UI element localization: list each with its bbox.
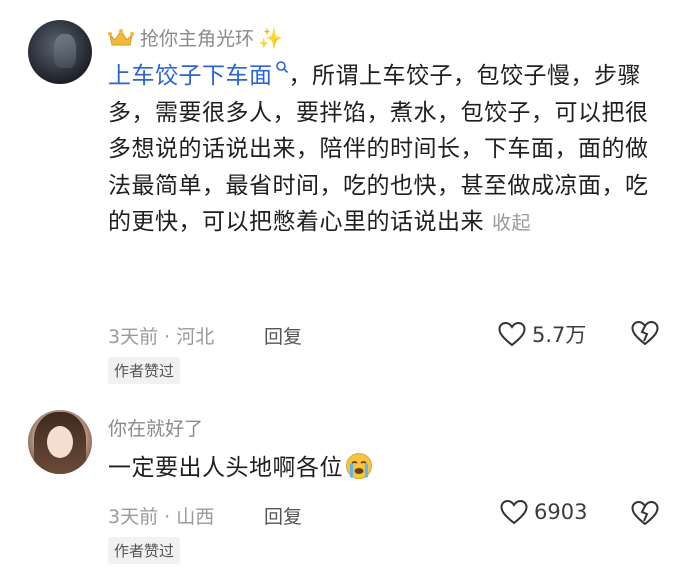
collapse-button[interactable]: 收起 (492, 212, 531, 234)
avatar[interactable] (28, 20, 92, 84)
reply-button[interactable]: 回复 (264, 502, 302, 529)
username[interactable]: 你在就好了 (108, 414, 203, 441)
crying-face-emoji (346, 453, 372, 479)
topic-link[interactable]: 上车饺子下车面 (108, 63, 273, 89)
time-location: 3天前 · 河北 (108, 326, 215, 348)
sparkle-icon: ✨ (258, 25, 283, 50)
username: 抢你主角光环 (140, 28, 255, 50)
comment-body: 一定要出人头地啊各位 (108, 450, 668, 487)
reply-button[interactable]: 回复 (264, 322, 302, 349)
search-icon (275, 61, 288, 74)
like-button[interactable]: 5.7万 (498, 319, 586, 349)
crown-icon (108, 28, 134, 45)
like-count: 6903 (534, 500, 588, 524)
broken-heart-icon[interactable] (631, 500, 659, 526)
author-liked-badge: 作者赞过 (108, 357, 181, 384)
comment-body: 上车饺子下车面 ，所谓上车饺子，包饺子慢，步骤多，需要很多人，要拌馅，煮水，包饺子… (108, 58, 668, 242)
like-count: 5.7万 (532, 323, 587, 347)
avatar[interactable] (28, 410, 92, 474)
username-row[interactable]: 抢你主角光环 ✨ (108, 24, 283, 51)
comment-text: 一定要出人头地啊各位 (108, 455, 343, 481)
heart-icon (498, 321, 526, 347)
broken-heart-icon[interactable] (631, 320, 659, 346)
like-button[interactable]: 6903 (500, 499, 587, 525)
author-liked-badge: 作者赞过 (108, 537, 181, 564)
time-location: 3天前 · 山西 (108, 506, 215, 528)
heart-icon (500, 499, 528, 525)
